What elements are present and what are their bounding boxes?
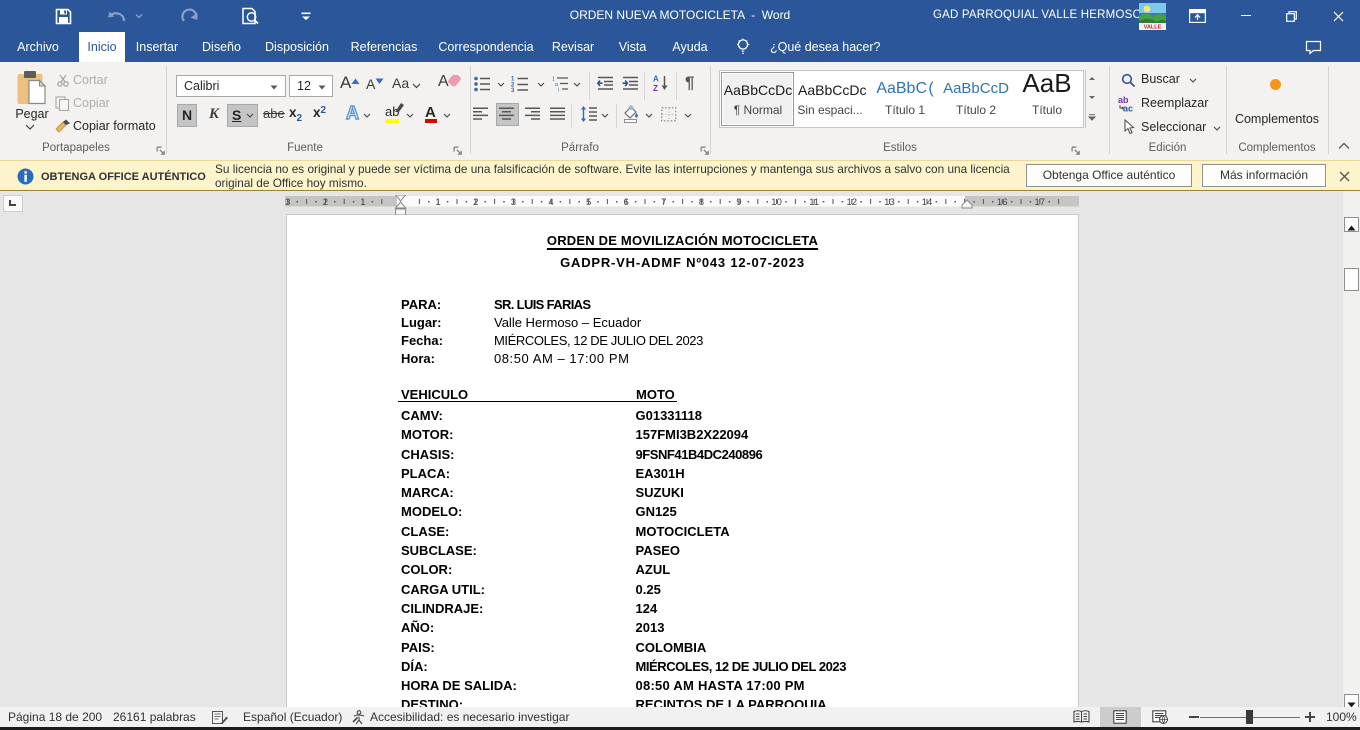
svg-text:VALLE: VALLE	[1144, 25, 1162, 30]
svg-text:3: 3	[511, 88, 515, 92]
svg-text:A: A	[653, 75, 659, 84]
svg-text:Z: Z	[653, 84, 658, 92]
svg-text:i: i	[558, 88, 559, 93]
svg-text:ac: ac	[1123, 104, 1133, 113]
